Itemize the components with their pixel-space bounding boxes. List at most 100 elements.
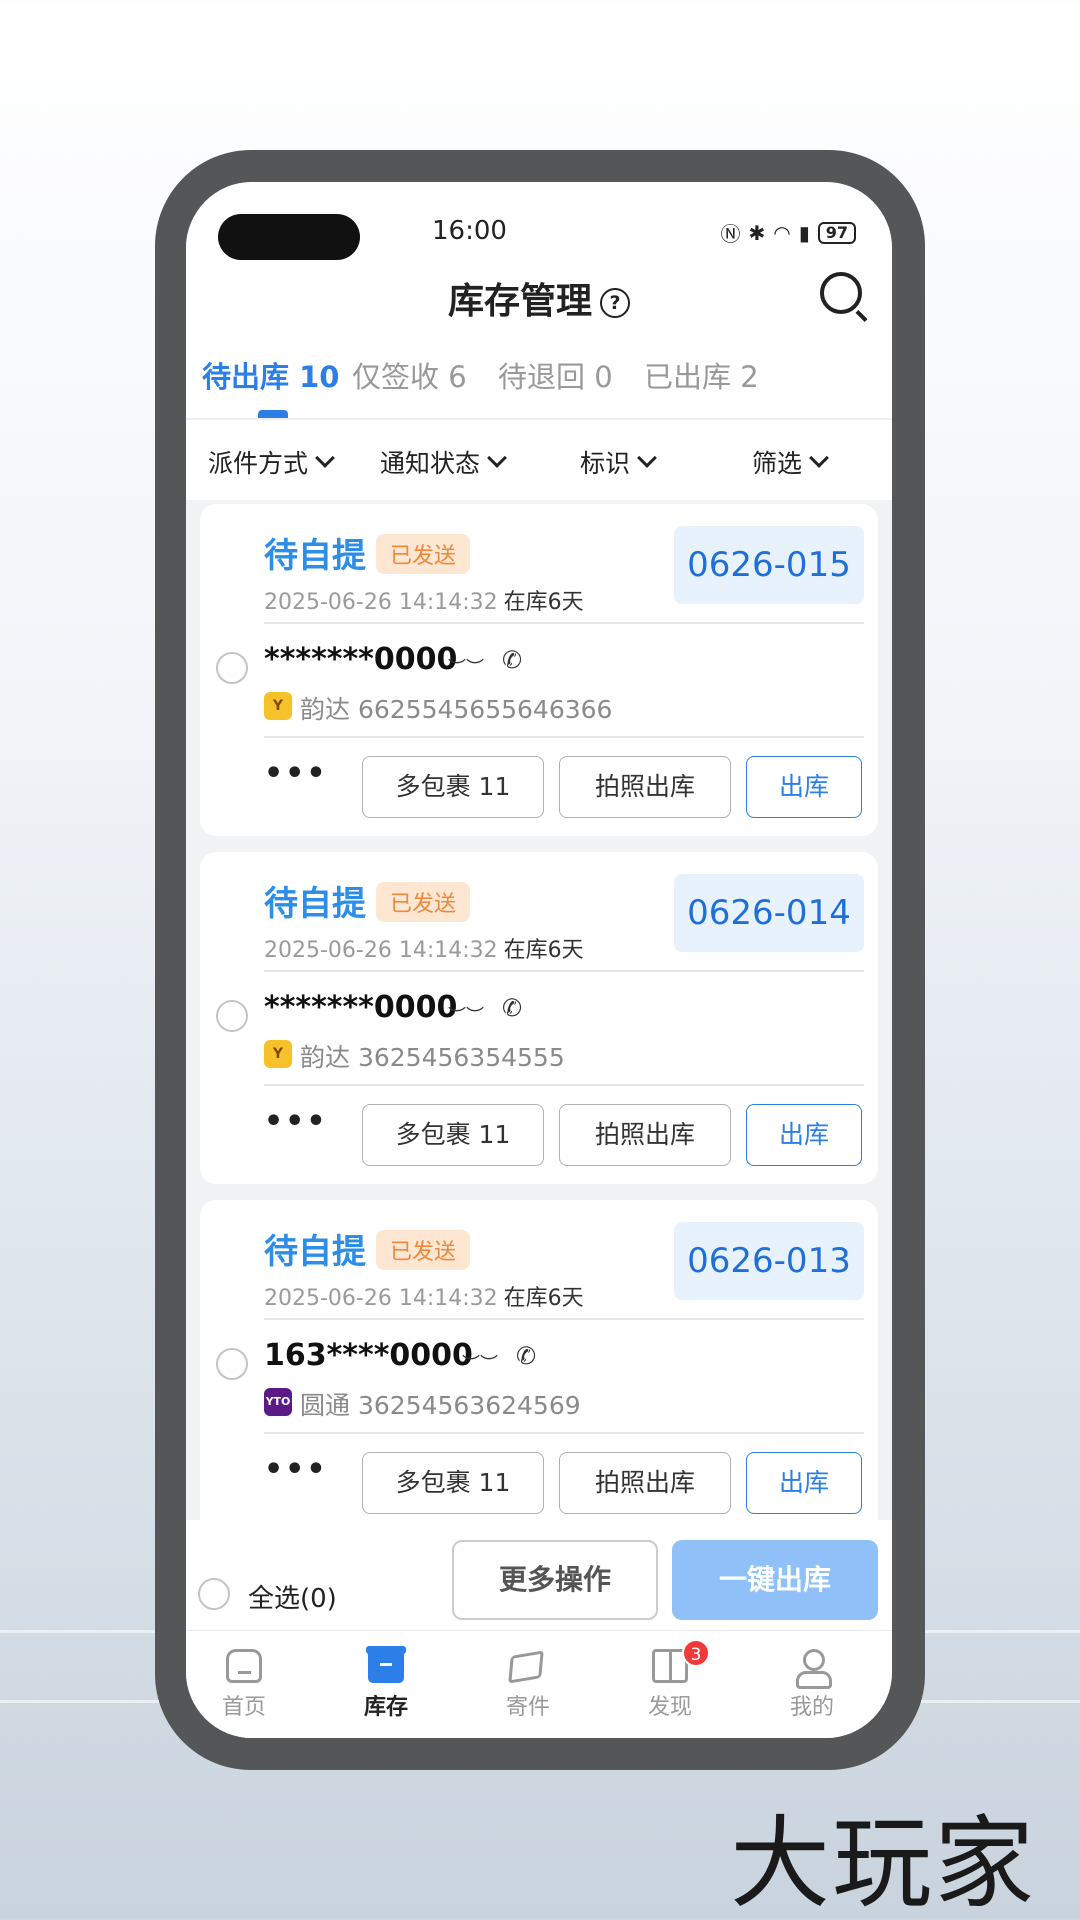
tracking-number: 36254563624569	[357, 1391, 581, 1420]
photo-checkout-button[interactable]: 拍照出库	[559, 756, 731, 818]
status-tabs: 待出库 10 仅签收 6 待退回 0 已出库 2	[186, 354, 892, 414]
nav-mine[interactable]: 我的	[752, 1631, 872, 1738]
yto-logo-icon: YTO	[264, 1388, 292, 1416]
bottom-nav: 首页 库存 寄件 3 发现 我的	[186, 1630, 892, 1738]
phone-call-icon[interactable]: ✆	[516, 1342, 536, 1370]
package-card[interactable]: 待自提 已发送 2025-06-26 14:14:32 在库6天 0626-014…	[200, 852, 878, 1184]
chevron-down-icon	[637, 448, 657, 468]
shelf-code: 0626-015	[674, 526, 864, 604]
more-options-button[interactable]: •••	[264, 1104, 328, 1139]
phone-screen: 16:00 Ⓝ ✱ ◠ ▮ 97 库存管理? 待出库 10 仅签收 6 待退回 …	[186, 182, 892, 1738]
eye-closed-icon[interactable]: ︶︶	[448, 654, 484, 680]
nav-discover[interactable]: 3 发现	[610, 1631, 730, 1738]
notification-badge: 3	[682, 1639, 710, 1667]
pickup-status: 待自提	[264, 884, 366, 924]
eye-closed-icon[interactable]: ︶︶	[462, 1350, 498, 1376]
days-in-stock: 在库6天	[503, 938, 584, 963]
select-all-radio[interactable]	[198, 1578, 230, 1610]
filter-bar: 派件方式 通知状态 标识 筛选	[186, 444, 892, 484]
page-title-text: 库存管理	[447, 281, 592, 322]
carrier-name: 圆通	[300, 1391, 351, 1420]
select-radio[interactable]	[216, 1000, 248, 1032]
chevron-down-icon	[809, 448, 829, 468]
help-icon[interactable]: ?	[600, 288, 630, 318]
status-time: 16:00	[432, 216, 507, 246]
filter-label: 筛选	[752, 449, 803, 478]
carrier-name: 韵达	[300, 695, 351, 724]
send-icon	[508, 1650, 544, 1684]
nav-send[interactable]: 寄件	[468, 1631, 588, 1738]
yunda-logo-icon: Y	[264, 692, 292, 720]
tracking-number: 6625545655646366	[357, 695, 613, 724]
checkout-button[interactable]: 出库	[746, 1104, 862, 1166]
select-radio[interactable]	[216, 1348, 248, 1380]
more-operations-button[interactable]: 更多操作	[452, 1540, 658, 1620]
divider	[264, 1318, 864, 1320]
tab-signed-only[interactable]: 仅签收 6	[352, 354, 467, 396]
select-radio[interactable]	[216, 652, 248, 684]
multi-package-button[interactable]: 多包裹 11	[362, 756, 544, 818]
carrier-tracking: 韵达 3625456354555	[300, 1038, 565, 1074]
search-icon[interactable]	[820, 272, 862, 314]
chevron-down-icon	[315, 448, 335, 468]
home-icon	[226, 1649, 262, 1683]
arrival-time: 2025-06-26 14:14:32 在库6天	[264, 932, 584, 964]
nfc-icon: Ⓝ	[720, 222, 741, 246]
notify-sent-badge: 已发送	[376, 882, 471, 922]
recipient-phone: *******0000	[264, 642, 458, 677]
recipient-phone: *******0000	[264, 990, 458, 1025]
divider	[264, 970, 864, 972]
arrival-datetime: 2025-06-26 14:14:32	[264, 590, 498, 615]
notify-sent-badge: 已发送	[376, 1230, 471, 1270]
page-title: 库存管理?	[186, 272, 892, 324]
filter-notify-status[interactable]: 通知状态	[380, 444, 507, 480]
nav-home[interactable]: 首页	[186, 1631, 304, 1738]
photo-checkout-button[interactable]: 拍照出库	[559, 1452, 731, 1514]
user-icon	[794, 1649, 832, 1689]
status-icons: Ⓝ ✱ ◠ ▮ 97	[720, 218, 856, 247]
recipient-phone: 163****0000	[264, 1338, 473, 1373]
checkout-button[interactable]: 出库	[746, 756, 862, 818]
filter-label: 标识	[580, 449, 631, 478]
photo-checkout-button[interactable]: 拍照出库	[559, 1104, 731, 1166]
carrier-tracking: 圆通 36254563624569	[300, 1386, 581, 1422]
shelf-code: 0626-013	[674, 1222, 864, 1300]
tab-pending-out[interactable]: 待出库 10	[202, 354, 339, 396]
camera-cutout	[218, 214, 360, 260]
tab-pending-return[interactable]: 待退回 0	[498, 354, 613, 396]
checkout-button[interactable]: 出库	[746, 1452, 862, 1514]
multi-package-button[interactable]: 多包裹 11	[362, 1452, 544, 1514]
multi-package-button[interactable]: 多包裹 11	[362, 1104, 544, 1166]
package-card[interactable]: 待自提 已发送 2025-06-26 14:14:32 在库6天 0626-015…	[200, 504, 878, 836]
more-options-button[interactable]: •••	[264, 756, 328, 791]
bluetooth-icon: ✱	[748, 220, 766, 245]
pickup-status: 待自提	[264, 1232, 366, 1272]
carrier-name: 韵达	[300, 1043, 351, 1072]
one-click-checkout-button[interactable]: 一键出库	[672, 1540, 878, 1620]
nav-label: 库存	[363, 1695, 408, 1720]
nav-inventory[interactable]: 库存	[326, 1631, 446, 1738]
notify-sent-badge: 已发送	[376, 534, 471, 574]
arrival-time: 2025-06-26 14:14:32 在库6天	[264, 1280, 584, 1312]
filter-label: 通知状态	[380, 449, 481, 478]
select-all-label[interactable]: 全选(0)	[248, 1578, 337, 1615]
filter-screen[interactable]: 筛选	[752, 444, 829, 480]
days-in-stock: 在库6天	[503, 1286, 584, 1311]
arrival-datetime: 2025-06-26 14:14:32	[264, 1286, 498, 1311]
phone-call-icon[interactable]: ✆	[502, 646, 522, 674]
tab-already-out[interactable]: 已出库 2	[644, 354, 759, 396]
alert-icon: ▮	[798, 220, 810, 245]
more-options-button[interactable]: •••	[264, 1452, 328, 1487]
arrival-time: 2025-06-26 14:14:32 在库6天	[264, 584, 584, 616]
active-tab-indicator	[258, 410, 288, 418]
tracking-number: 3625456354555	[357, 1043, 565, 1072]
chevron-down-icon	[487, 448, 507, 468]
phone-call-icon[interactable]: ✆	[502, 994, 522, 1022]
filter-delivery-method[interactable]: 派件方式	[208, 444, 335, 480]
filter-mark[interactable]: 标识	[580, 444, 657, 480]
nav-label: 发现	[647, 1695, 692, 1720]
tab-divider	[186, 418, 892, 420]
package-card[interactable]: 待自提 已发送 2025-06-26 14:14:32 在库6天 0626-013…	[200, 1200, 878, 1532]
shelf-code: 0626-014	[674, 874, 864, 952]
eye-closed-icon[interactable]: ︶︶	[448, 1002, 484, 1028]
